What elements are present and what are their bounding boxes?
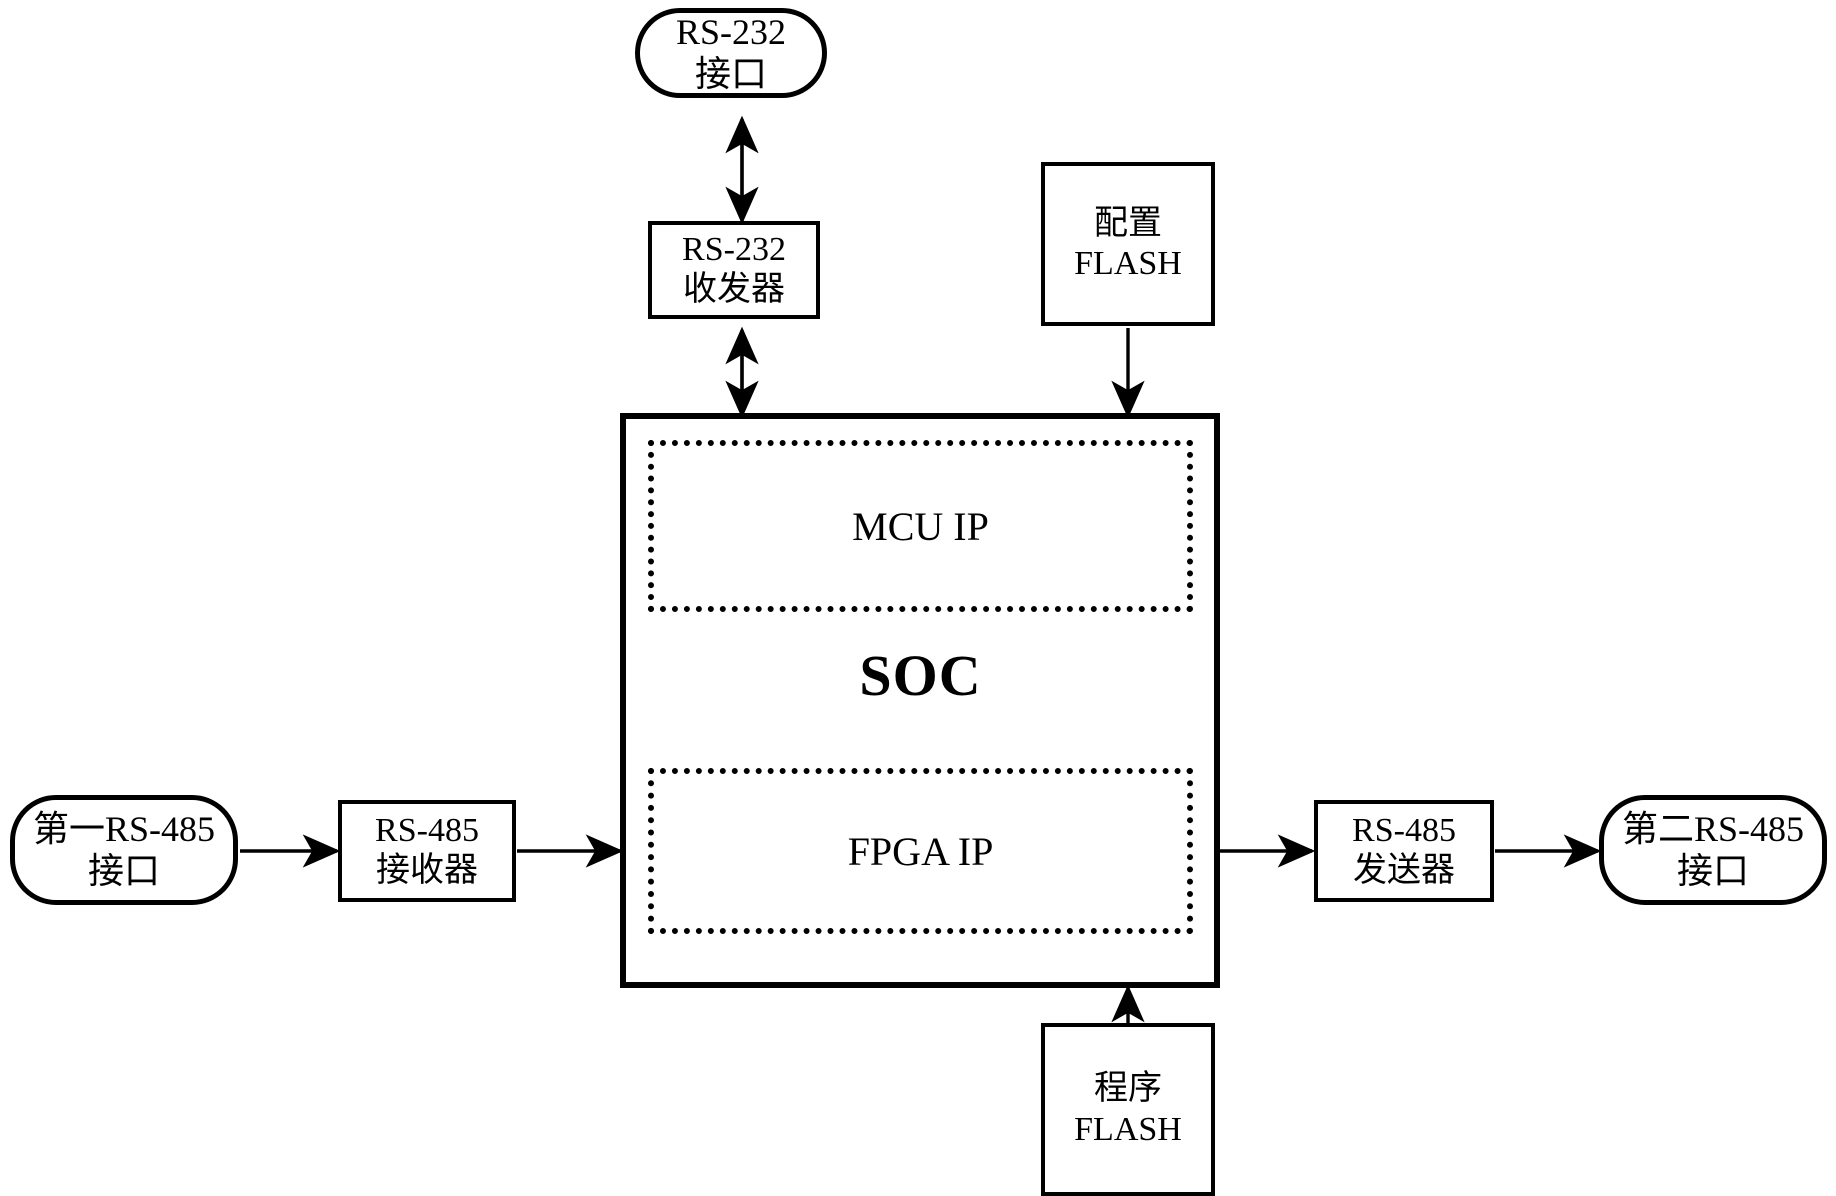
node-program-flash[interactable]: 程序 FLASH — [1041, 1023, 1215, 1196]
soc-label: SOC — [648, 640, 1193, 710]
node-fpga-ip[interactable]: FPGA IP — [648, 768, 1193, 934]
node-config-flash[interactable]: 配置 FLASH — [1041, 162, 1215, 326]
node-rs232-interface[interactable]: RS-232 接口 — [635, 8, 827, 98]
node-mcu-ip[interactable]: MCU IP — [648, 440, 1193, 612]
rs232-interface-line2: 接口 — [694, 54, 767, 94]
first-rs485-interface-line1: 第一RS-485 — [32, 808, 216, 849]
second-rs485-interface-line1: 第二RS-485 — [1621, 808, 1805, 849]
diagram-canvas: RS-232 接口 RS-232 收发器 配置 FLASH 程序 FLASH M… — [0, 0, 1836, 1196]
mcu-ip-label: MCU IP — [852, 503, 989, 549]
program-flash-line1: 程序 — [1094, 1070, 1162, 1108]
config-flash-line1: 配置 — [1094, 204, 1162, 242]
config-flash-line2: FLASH — [1074, 245, 1182, 282]
node-second-rs485-interface[interactable]: 第二RS-485 接口 — [1599, 795, 1827, 905]
rs485-transmitter-line2: 发送器 — [1353, 852, 1455, 889]
second-rs485-interface-line2: 接口 — [1676, 851, 1749, 891]
rs232-transceiver-line1: RS-232 — [682, 230, 786, 268]
node-first-rs485-interface[interactable]: 第一RS-485 接口 — [10, 795, 238, 905]
rs232-interface-line1: RS-232 — [675, 11, 787, 52]
node-rs485-transmitter[interactable]: RS-485 发送器 — [1314, 800, 1494, 902]
node-rs485-receiver[interactable]: RS-485 接收器 — [338, 800, 516, 902]
rs232-transceiver-line2: 收发器 — [683, 271, 785, 308]
node-rs232-transceiver[interactable]: RS-232 收发器 — [648, 221, 820, 319]
rs485-transmitter-line1: RS-485 — [1352, 811, 1456, 849]
rs485-receiver-line1: RS-485 — [375, 811, 479, 849]
fpga-ip-label: FPGA IP — [847, 828, 994, 874]
first-rs485-interface-line2: 接口 — [87, 851, 160, 891]
soc-label-text: SOC — [859, 642, 982, 708]
rs485-receiver-line2: 接收器 — [376, 852, 478, 889]
program-flash-line2: FLASH — [1074, 1110, 1182, 1148]
